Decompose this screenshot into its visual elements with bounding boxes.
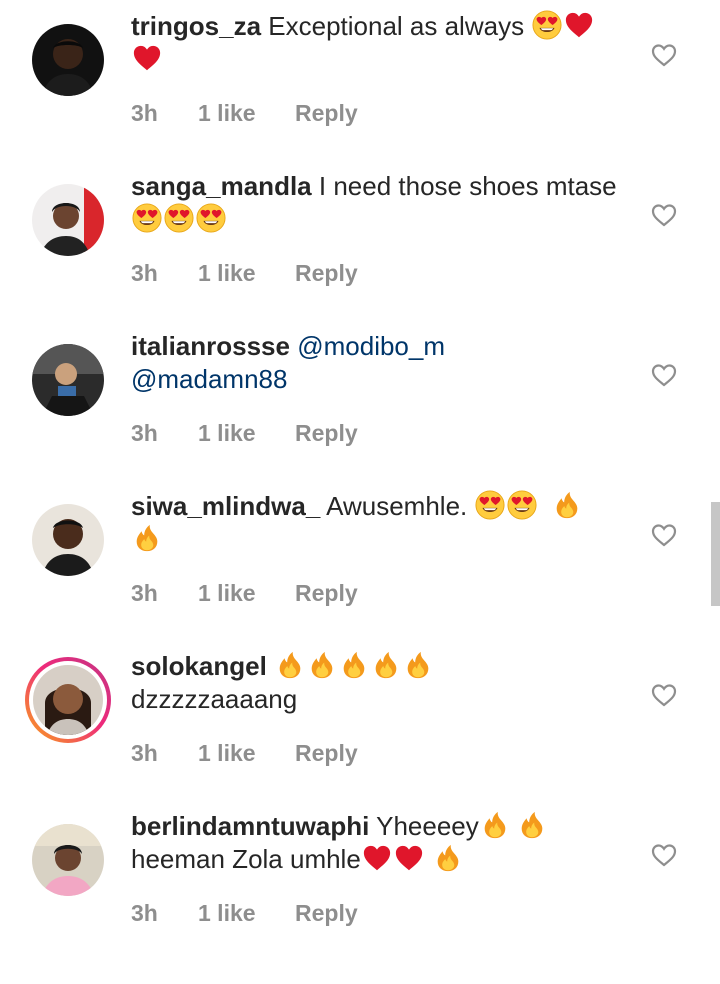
avatar[interactable]	[32, 24, 104, 96]
comment-likes[interactable]: 1 like	[198, 578, 256, 608]
red-heart-emoji	[564, 10, 594, 40]
heart-outline-icon[interactable]	[651, 363, 677, 387]
comment-likes[interactable]: 1 like	[198, 738, 256, 768]
comment-time: 3h	[131, 900, 158, 926]
comment-likes[interactable]: 1 like	[198, 898, 256, 928]
heart-outline-icon[interactable]	[651, 683, 677, 707]
comment-item: italianrossse @modibo_m @madamn88 3h 1 l…	[0, 331, 720, 504]
mention-link[interactable]: @madamn88	[131, 364, 287, 394]
comment-time: 3h	[131, 580, 158, 606]
comment-text: siwa_mlindwa_ Awusemhle.	[131, 490, 631, 556]
comment-text: italianrossse @modibo_m @madamn88	[131, 330, 631, 396]
comment-likes[interactable]: 1 like	[198, 258, 256, 288]
heart-eyes-emoji	[507, 490, 537, 520]
heart-eyes-emoji	[132, 203, 162, 233]
comment-username[interactable]: solokangel	[131, 651, 267, 681]
reply-button[interactable]: Reply	[295, 898, 358, 928]
comment-likes[interactable]: 1 like	[198, 98, 256, 128]
reply-button[interactable]: Reply	[295, 418, 358, 448]
comment-time: 3h	[131, 100, 158, 126]
heart-eyes-emoji	[475, 490, 505, 520]
heart-outline-icon[interactable]	[651, 203, 677, 227]
comment-body: dzzzzzaaaang	[131, 684, 298, 714]
heart-outline-icon[interactable]	[651, 843, 677, 867]
comment-username[interactable]: tringos_za	[131, 11, 261, 41]
red-heart-emoji	[394, 843, 424, 873]
fire-emoji	[339, 650, 369, 680]
avatar[interactable]	[32, 344, 104, 416]
fire-emoji	[517, 810, 547, 840]
story-avatar[interactable]	[25, 657, 111, 743]
heart-eyes-emoji	[532, 10, 562, 40]
comment-time: 3h	[131, 260, 158, 286]
avatar[interactable]	[32, 184, 104, 256]
fire-emoji	[403, 650, 433, 680]
comment-likes[interactable]: 1 like	[198, 418, 256, 448]
comment-username[interactable]: sanga_mandla	[131, 171, 312, 201]
heart-outline-icon[interactable]	[651, 523, 677, 547]
avatar[interactable]	[32, 504, 104, 576]
reply-button[interactable]: Reply	[295, 578, 358, 608]
fire-emoji	[275, 650, 305, 680]
mention-link[interactable]: @modibo_m	[297, 331, 445, 361]
red-heart-emoji	[362, 843, 392, 873]
comment-body: Awusemhle.	[326, 491, 475, 521]
heart-eyes-emoji	[196, 203, 226, 233]
comment-body: Yheeeey	[376, 811, 479, 841]
comment-username[interactable]: berlindamntuwaphi	[131, 811, 369, 841]
fire-emoji	[480, 810, 510, 840]
comment-text: solokangel dzzzzzaaaang	[131, 650, 631, 716]
comment-item: siwa_mlindwa_ Awusemhle. 3h 1 like Reply	[0, 504, 720, 664]
fire-emoji	[307, 650, 337, 680]
comment-username[interactable]: italianrossse	[131, 331, 290, 361]
reply-button[interactable]: Reply	[295, 738, 358, 768]
comment-item: tringos_za Exceptional as always 3h 1 li…	[0, 24, 720, 184]
fire-emoji	[371, 650, 401, 680]
comment-text: berlindamntuwaphi Yheeeey heeman Zola um…	[131, 810, 631, 876]
heart-outline-icon[interactable]	[651, 43, 677, 67]
comment-item: berlindamntuwaphi Yheeeey heeman Zola um…	[0, 811, 720, 984]
red-heart-emoji	[132, 43, 162, 73]
comment-item: solokangel dzzzzzaaaang 3h 1 like Reply	[0, 651, 720, 824]
comment-username[interactable]: siwa_mlindwa_	[131, 491, 320, 521]
comment-text: sanga_mandla I need those shoes mtase	[131, 170, 631, 236]
scrollbar[interactable]	[711, 502, 720, 606]
heart-eyes-emoji	[164, 203, 194, 233]
avatar	[33, 665, 103, 735]
comment-body: heeman Zola umhle	[131, 844, 361, 874]
comment-body: I need those shoes mtase	[318, 171, 617, 201]
comment-body: Exceptional as always	[268, 11, 532, 41]
avatar[interactable]	[32, 824, 104, 896]
comment-time: 3h	[131, 740, 158, 766]
comment-item: sanga_mandla I need those shoes mtase 3h…	[0, 171, 720, 344]
comment-text: tringos_za Exceptional as always	[131, 10, 631, 76]
reply-button[interactable]: Reply	[295, 98, 358, 128]
fire-emoji	[552, 490, 582, 520]
fire-emoji	[132, 523, 162, 553]
comment-time: 3h	[131, 420, 158, 446]
reply-button[interactable]: Reply	[295, 258, 358, 288]
fire-emoji	[433, 843, 463, 873]
